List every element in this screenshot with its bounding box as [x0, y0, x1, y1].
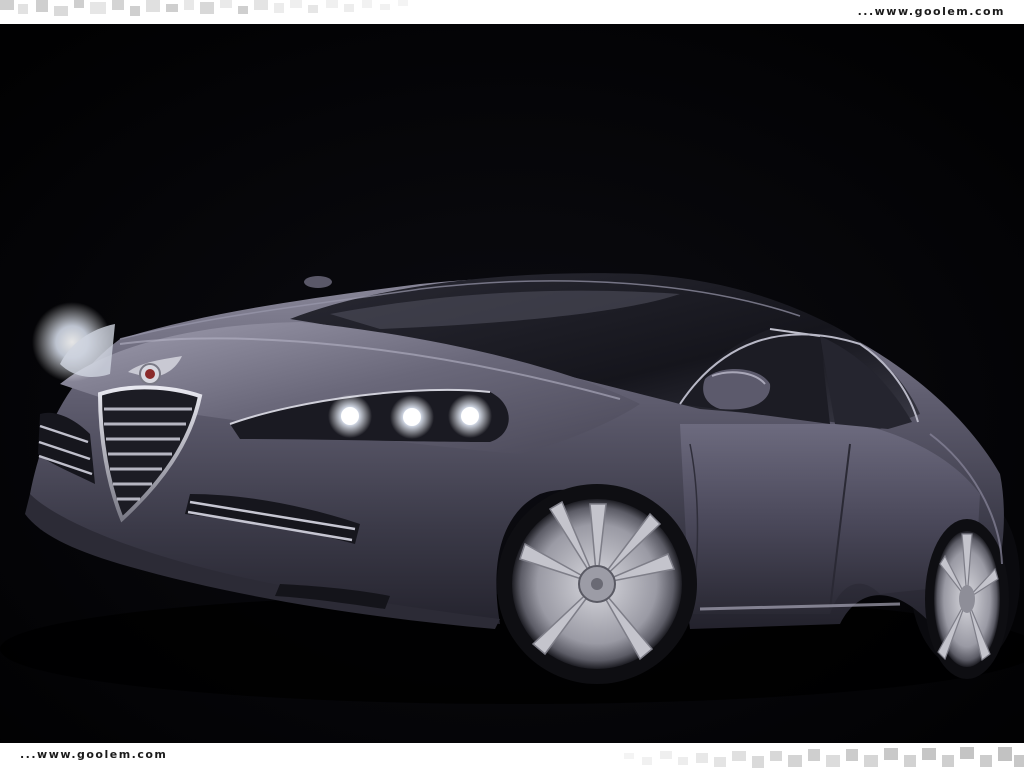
- top-banner-strip: ...www.goolem.com: [0, 0, 1024, 24]
- bottom-tile-pattern: [624, 747, 1024, 768]
- top-watermark-text: ...www.goolem.com: [857, 5, 1005, 18]
- wallpaper-page: ...www.goolem.com ...www.goolem.com: [0, 0, 1024, 768]
- car-photo: [0, 24, 1024, 743]
- bottom-banner-strip: ...www.goolem.com: [0, 743, 1024, 768]
- bottom-watermark-text: ...www.goolem.com: [20, 748, 168, 761]
- top-tile-pattern: [0, 0, 408, 16]
- car-illustration: [0, 24, 1024, 743]
